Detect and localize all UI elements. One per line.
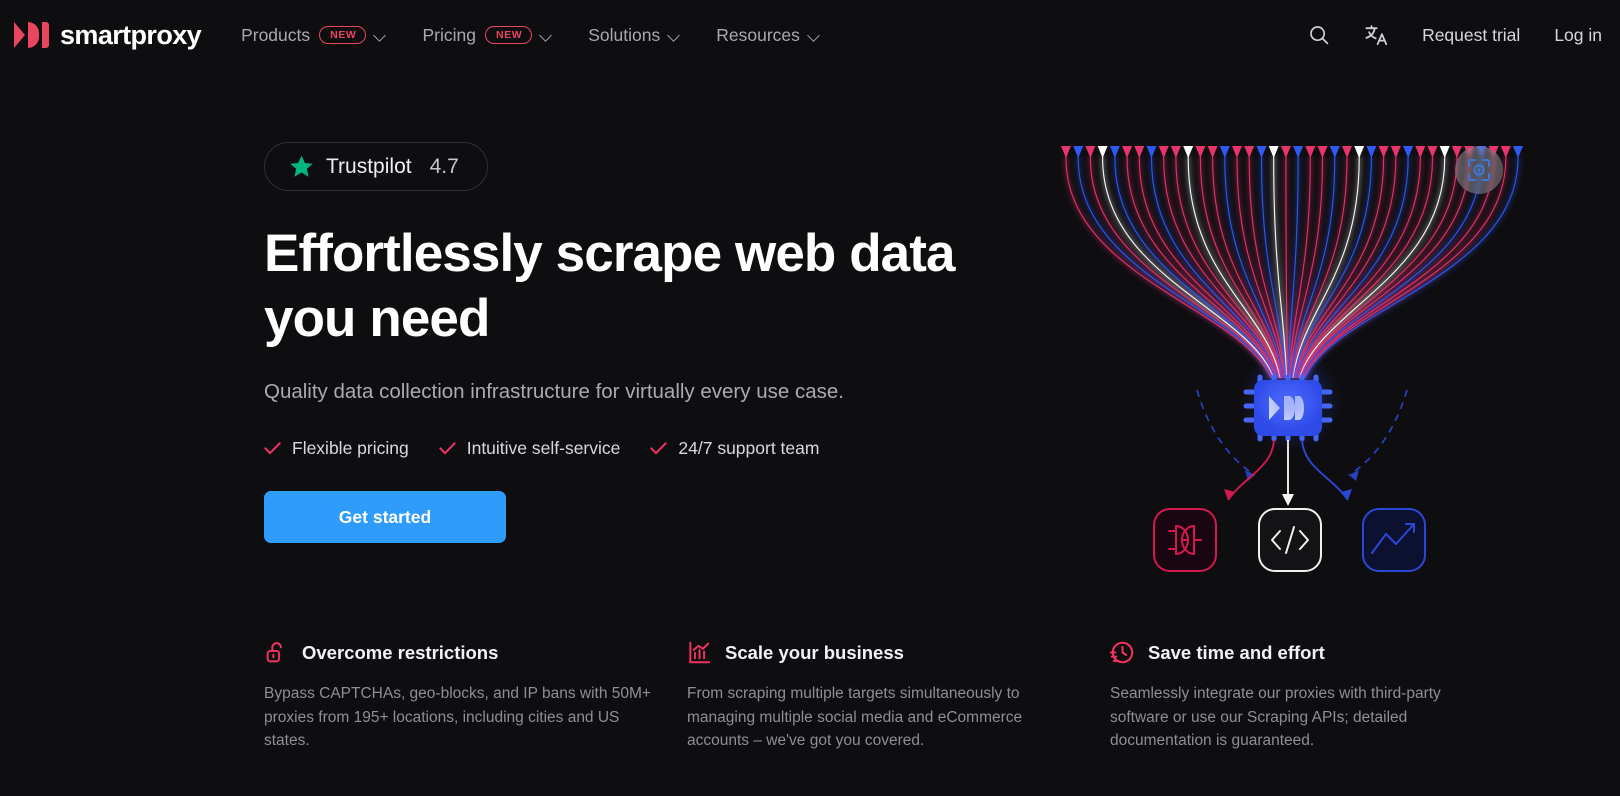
new-badge: NEW <box>484 25 533 45</box>
feature-columns: Overcome restrictions Bypass CAPTCHAs, g… <box>264 640 1556 753</box>
checklist-label: Intuitive self-service <box>466 438 621 459</box>
nav-item-label: Pricing <box>422 24 476 45</box>
feature-save-time-and-effort: Save time and effort Seamlessly integrat… <box>1109 640 1533 753</box>
feature-body: Seamlessly integrate our proxies with th… <box>1110 685 1441 750</box>
output-card-plug <box>1153 508 1217 572</box>
bar-chart-growth-icon <box>687 640 712 665</box>
translate-icon[interactable] <box>1364 24 1388 46</box>
nav-item-resources[interactable]: Resources <box>716 25 820 46</box>
feature-title: Save time and effort <box>1148 641 1325 663</box>
nav-links: Products NEW Pricing NEW Solutions Resou… <box>241 25 820 46</box>
feature-title: Overcome restrictions <box>302 641 499 663</box>
check-icon <box>650 442 668 455</box>
trustpilot-badge[interactable]: Trustpilot 4.7 <box>264 142 488 191</box>
speed-clock-icon <box>1109 640 1135 665</box>
top-navigation-bar: smartproxy Products NEW Pricing NEW Solu… <box>0 0 1620 70</box>
checklist-item: 24/7 support team <box>650 438 819 459</box>
hero-subheadline: Quality data collection infrastructure f… <box>264 380 844 404</box>
feature-overcome-restrictions: Overcome restrictions Bypass CAPTCHAs, g… <box>264 640 687 753</box>
trustpilot-score: 4.7 <box>429 154 459 178</box>
chevron-down-icon <box>541 30 552 41</box>
data-streams <box>1061 146 1523 379</box>
nav-actions: Request trial Log in <box>1308 24 1602 46</box>
feature-scale-your-business: Scale your business From scraping multip… <box>687 640 1110 753</box>
nav-item-pricing[interactable]: Pricing NEW <box>422 25 552 46</box>
search-icon[interactable] <box>1308 24 1330 46</box>
nav-item-label: Solutions <box>588 24 661 45</box>
log-in-button[interactable]: Log in <box>1554 25 1602 46</box>
nav-item-label: Resources <box>716 24 800 45</box>
trustpilot-label: Trustpilot <box>326 154 412 178</box>
chip-glow <box>1241 350 1341 450</box>
output-card-code <box>1258 508 1322 572</box>
chevron-down-icon <box>809 30 820 41</box>
data-collection-diagram <box>1050 128 1550 598</box>
checklist-item: Flexible pricing <box>264 438 409 459</box>
request-trial-button[interactable]: Request trial <box>1422 25 1520 46</box>
check-icon <box>264 442 281 455</box>
target-focus-badge[interactable] <box>1455 146 1503 194</box>
brand-name: smartproxy <box>60 19 202 50</box>
hero-content: Trustpilot 4.7 Effortlessly scrape web d… <box>264 142 1024 544</box>
smartproxy-logo-mark-icon <box>14 22 49 48</box>
unlock-padlock-icon <box>264 640 289 665</box>
chevron-down-icon <box>375 30 386 41</box>
nav-item-products[interactable]: Products NEW <box>241 25 386 46</box>
feature-body: Bypass CAPTCHAs, geo-blocks, and IP bans… <box>264 685 651 750</box>
nav-item-label: Products <box>241 24 311 45</box>
checklist-label: Flexible pricing <box>292 438 409 459</box>
feature-body: From scraping multiple targets simultane… <box>687 685 1023 750</box>
hero-checklist: Flexible pricing Intuitive self-service … <box>264 438 1024 459</box>
brand-logo[interactable]: smartproxy <box>14 19 202 51</box>
get-started-button[interactable]: Get started <box>264 491 506 544</box>
new-badge: NEW <box>319 25 367 45</box>
feature-title: Scale your business <box>725 641 904 663</box>
check-icon <box>439 442 456 455</box>
checklist-item: Intuitive self-service <box>439 438 621 459</box>
target-focus-icon <box>1468 159 1490 181</box>
checklist-label: 24/7 support team <box>678 438 820 459</box>
star-icon <box>289 154 314 179</box>
output-card-chart <box>1362 508 1426 572</box>
page-title: Effortlessly scrape web data you need <box>264 224 955 348</box>
chevron-down-icon <box>669 30 680 41</box>
nav-item-solutions[interactable]: Solutions <box>588 25 680 46</box>
